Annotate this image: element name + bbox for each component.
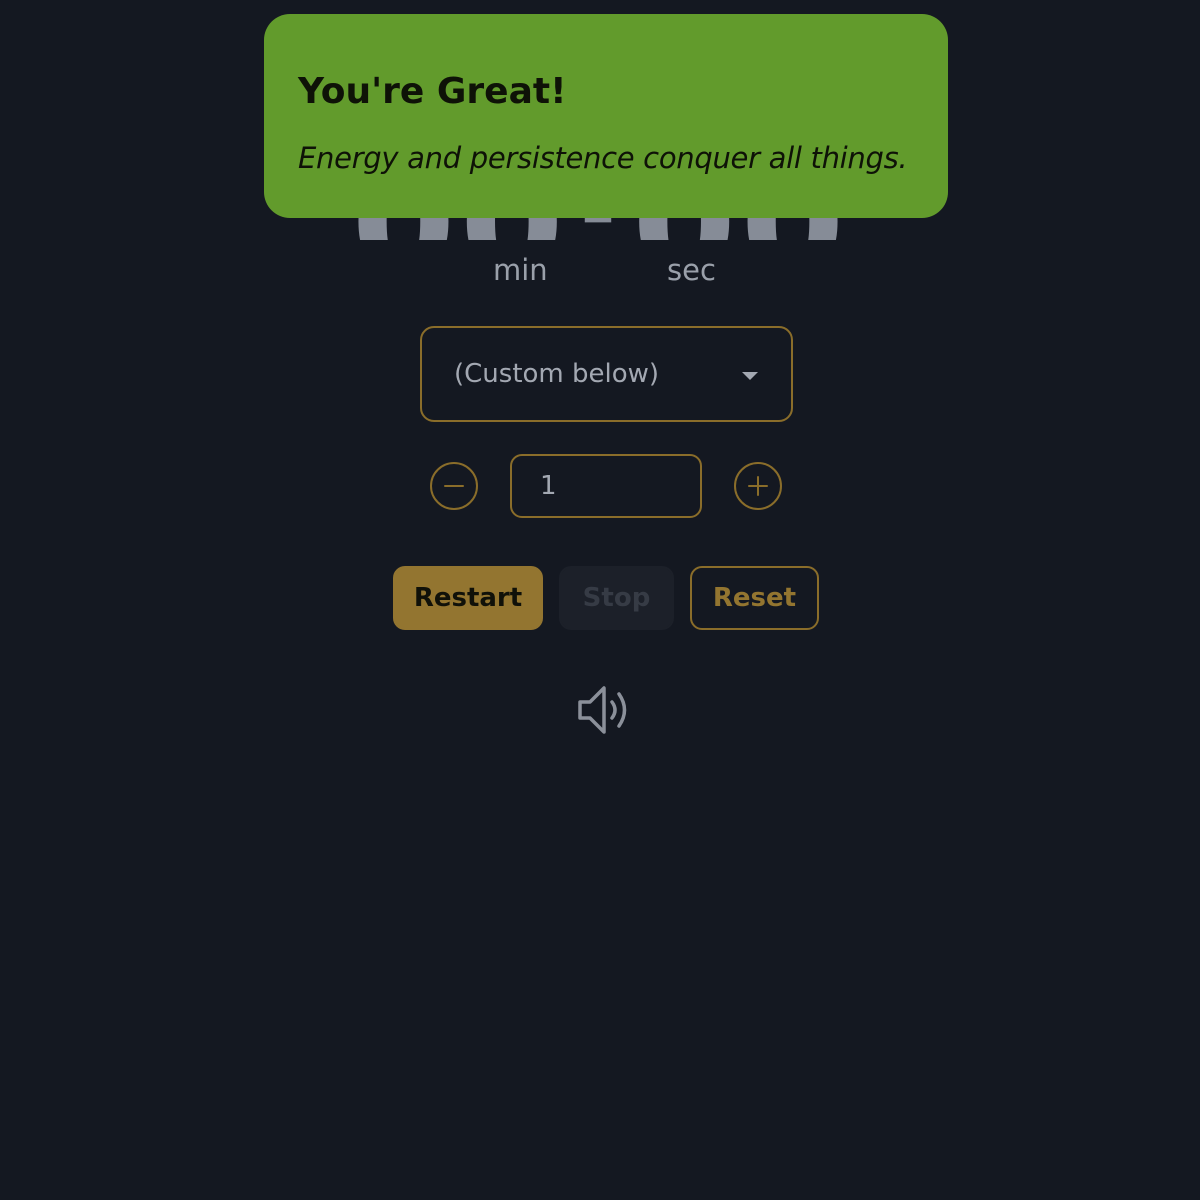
timer-page: 00:00 min sec You're Great! Energy and p… — [0, 0, 1200, 1200]
seconds-unit-label: sec — [667, 253, 716, 287]
decrement-button[interactable] — [430, 462, 478, 510]
increment-button[interactable] — [734, 462, 782, 510]
restart-button[interactable]: Restart — [393, 566, 543, 630]
plus-icon — [748, 476, 768, 496]
toast-message: Energy and persistence conquer all thing… — [298, 141, 908, 175]
toast-title: You're Great! — [298, 71, 567, 112]
reset-button[interactable]: Reset — [690, 566, 819, 630]
minutes-input[interactable] — [510, 454, 702, 518]
preset-selected-value: (Custom below) — [454, 359, 660, 389]
chevron-down-icon — [742, 372, 758, 380]
notification-toast[interactable]: You're Great! Energy and persistence con… — [264, 14, 948, 218]
minutes-unit-label: min — [493, 253, 548, 287]
preset-select[interactable]: (Custom below) — [420, 326, 793, 422]
sound-toggle-button[interactable] — [574, 680, 638, 740]
stop-button[interactable]: Stop — [559, 566, 674, 630]
minus-icon — [444, 485, 464, 487]
speaker-volume-icon — [578, 686, 627, 734]
